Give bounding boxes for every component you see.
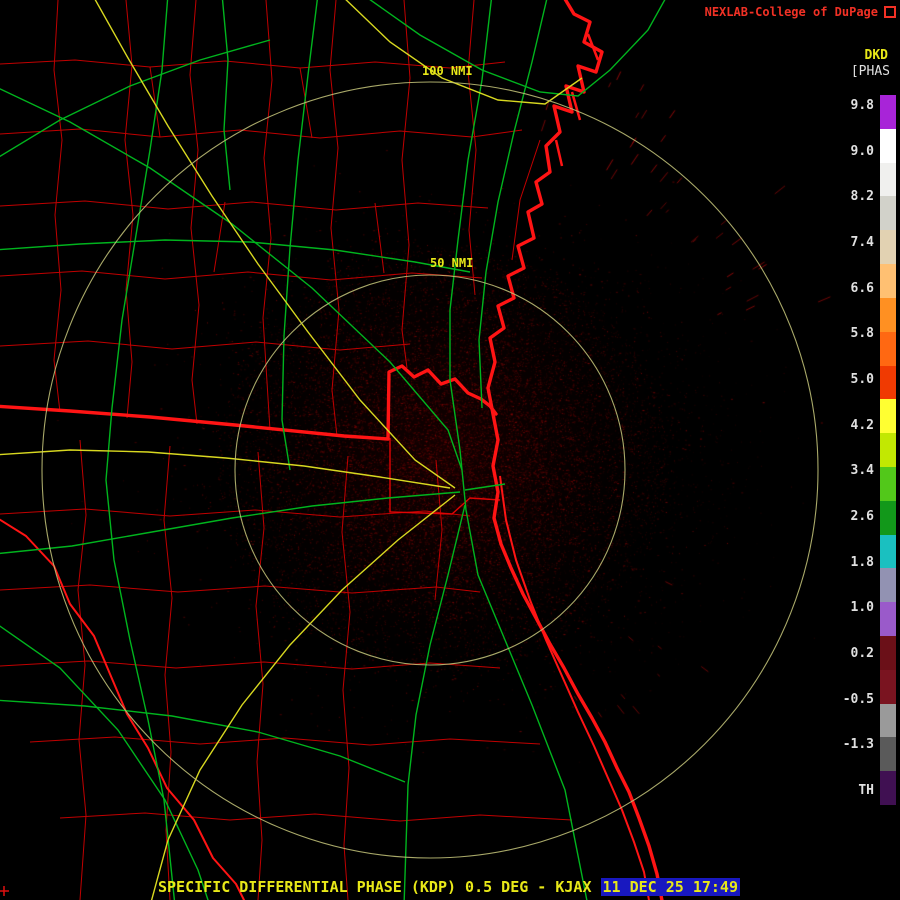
- colorbar-segment: [880, 534, 896, 569]
- colorbar-segment: [880, 771, 896, 806]
- colorbar-segment: [880, 95, 896, 129]
- status-timestamp: 11 DEC 25 17:49: [600, 878, 740, 896]
- units-label: [PHAS: [850, 64, 890, 79]
- colorbar-label: 2.6: [850, 508, 874, 524]
- colorbar-segment: [880, 297, 896, 332]
- colorbar-segment: [880, 737, 896, 772]
- colorbar-label: -1.3: [842, 737, 874, 753]
- colorbar-segment: [880, 703, 896, 738]
- status-product-text: SPECIFIC DIFFERENTIAL PHASE (KDP) 0.5 DE…: [158, 878, 592, 896]
- colorbar-segment: [880, 230, 896, 265]
- colorbar-segment: [880, 264, 896, 298]
- radar-viewport: 100 NMI 50 NMI NEXLAB-College of DuPage …: [0, 0, 900, 900]
- colorbar-segment: [880, 128, 896, 163]
- colorbar-label: 0.2: [850, 645, 874, 661]
- brand-header: NEXLAB-College of DuPage: [705, 5, 896, 19]
- colorbar-gradient: [880, 95, 896, 806]
- colorbar-segment: [880, 568, 896, 603]
- colorbar-segment: [880, 433, 896, 467]
- colorbar-label: 5.0: [850, 371, 874, 387]
- colorbar-label: 6.6: [850, 280, 874, 296]
- colorbar-label: 1.8: [850, 554, 874, 570]
- colorbar-segment: [880, 500, 896, 535]
- brand-logo-icon: [884, 6, 896, 18]
- colorbar-label: 7.4: [850, 234, 874, 250]
- colorbar-label: 9.8: [850, 98, 874, 113]
- colorbar-segment: [880, 636, 896, 670]
- range-ring-label-100nmi: 100 NMI: [422, 64, 473, 78]
- brand-text: NEXLAB-College of DuPage: [704, 5, 878, 19]
- colorbar-segment: [880, 669, 896, 704]
- status-spacer: [591, 878, 600, 896]
- status-bar: SPECIFIC DIFFERENTIAL PHASE (KDP) 0.5 DE…: [158, 878, 740, 896]
- colorbar-segment: [880, 365, 896, 400]
- colorbar-label: -0.5: [842, 691, 874, 707]
- colorbar-label: 9.0: [850, 143, 874, 159]
- map-overlay-svg: [0, 0, 819, 900]
- colorbar-segment: [880, 162, 896, 197]
- highways-green: [0, 0, 666, 900]
- colorbar-label: 3.4: [850, 463, 874, 479]
- colorbar-label: 1.0: [850, 600, 874, 616]
- colorbar-label: 5.8: [850, 326, 874, 342]
- colorbar-label: TH: [858, 782, 874, 798]
- colorbar-segment: [880, 399, 896, 434]
- colorbar-segment: [880, 196, 896, 231]
- colorbar-segment: [880, 331, 896, 366]
- colorbar-segment: [880, 466, 896, 501]
- range-ring-label-50nmi: 50 NMI: [430, 256, 474, 270]
- colorbar-label: 8.2: [850, 189, 874, 205]
- product-code-label: DKD: [864, 48, 888, 63]
- colorbar-label: 4.2: [850, 417, 874, 433]
- colorbar-segment: [880, 602, 896, 636]
- state-borders-and-coastline: [0, 0, 664, 900]
- colorbar-labels: 9.8 9.0 8.2 7.4 6.6 5.8 5.0 4.2 3.4 2.6 1.8 1.0 0.2 -…: [828, 98, 874, 798]
